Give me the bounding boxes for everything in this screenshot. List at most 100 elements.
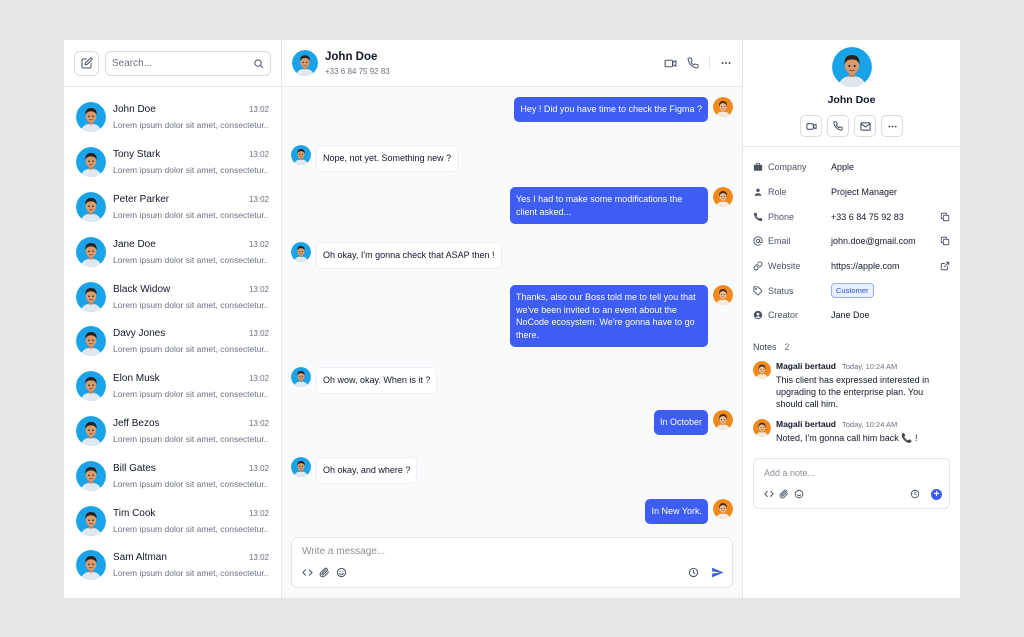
- composer-placeholder: Write a message...: [302, 546, 386, 557]
- contact-details-list: Company Apple Role Project Manager Phone +33 …: [743, 147, 960, 328]
- conversation-item[interactable]: Peter Parker 13:02 Lorem ipsum dolor sit a…: [64, 185, 281, 230]
- code-icon[interactable]: [764, 489, 774, 499]
- note-author: Magali bertaud: [776, 418, 836, 429]
- message-preview: Lorem ipsum dolor sit amet, consectetur.…: [113, 433, 269, 444]
- message-time: 13:02: [248, 239, 269, 249]
- message-preview: Lorem ipsum dolor sit amet, consectetur.…: [113, 209, 269, 220]
- conversation-item[interactable]: Black Widow 13:02 Lorem ipsum dolor sit am…: [64, 274, 281, 319]
- profile-call-button[interactable]: [827, 115, 849, 137]
- code-icon[interactable]: [302, 567, 313, 578]
- profile-more-button[interactable]: [881, 115, 903, 137]
- contact-name: Elon Musk: [113, 373, 160, 385]
- conversation-item[interactable]: Jane Doe 13:02 Lorem ipsum dolor sit amet,…: [64, 229, 281, 274]
- emoji-icon[interactable]: [794, 489, 804, 499]
- compose-button[interactable]: [74, 50, 99, 76]
- send-icon[interactable]: [711, 566, 724, 579]
- profile-email-button[interactable]: [854, 115, 876, 137]
- message-preview: Lorem ipsum dolor sit amet, consectetur.…: [113, 568, 269, 579]
- more-options-icon[interactable]: [720, 57, 732, 69]
- contact-avatar: [76, 416, 106, 446]
- message-preview: Lorem ipsum dolor sit amet, consectetur.…: [113, 254, 269, 265]
- conversation-item[interactable]: Bill Gates 13:02 Lorem ipsum dolor sit ame…: [64, 453, 281, 498]
- detail-value[interactable]: https://apple.com: [831, 261, 940, 271]
- attachment-icon[interactable]: [779, 489, 789, 499]
- contact-name: Tim Cook: [113, 507, 156, 519]
- conversation-item[interactable]: Tony Stark 13:02 Lorem ipsum dolor sit ame…: [64, 140, 281, 185]
- copy-icon[interactable]: [940, 236, 950, 246]
- detail-value[interactable]: +33 6 84 75 92 83: [831, 212, 940, 222]
- message-time: 13:02: [248, 105, 269, 115]
- note-item: Magali bertaud Today, 10:24 AM Noted, I'm …: [743, 418, 960, 444]
- message-time: 13:02: [248, 150, 269, 160]
- contact-avatar: [76, 147, 106, 177]
- sidebar-toolbar: Search...: [64, 40, 281, 87]
- contact-name: Black Widow: [113, 283, 171, 295]
- detail-row-status: Status Customer: [753, 278, 950, 303]
- note-time: Today, 10:24 AM: [841, 419, 898, 429]
- conversation-item[interactable]: Sam Altman 13:02 Lorem ipsum dolor sit ame…: [64, 543, 281, 588]
- contact-avatar: [76, 326, 106, 356]
- contact-avatar: [76, 461, 106, 491]
- profile-name: John Doe: [827, 94, 876, 106]
- add-note-input[interactable]: Add a note... +: [753, 457, 950, 509]
- video-call-icon[interactable]: [664, 57, 677, 70]
- sender-avatar: [713, 499, 733, 519]
- message-time: 13:02: [248, 194, 269, 204]
- message-preview: Lorem ipsum dolor sit amet, consectetur.…: [113, 478, 269, 489]
- conversation-item[interactable]: John Doe 13:02 Lorem ipsum dolor sit amet,…: [64, 95, 281, 140]
- contact-avatar: [76, 506, 106, 536]
- note-author-avatar: [753, 419, 771, 437]
- conversation-item[interactable]: Jeff Bezos 13:02 Lorem ipsum dolor sit ame…: [64, 409, 281, 454]
- conversation-item[interactable]: Elon Musk 13:02 Lorem ipsum dolor sit amet…: [64, 364, 281, 409]
- conversation-item[interactable]: Davy Jones 13:02 Lorem ipsum dolor sit ame…: [64, 319, 281, 364]
- message-composer[interactable]: Write a message...: [291, 537, 733, 588]
- message-time: 13:02: [248, 418, 269, 428]
- at-icon: [753, 236, 763, 246]
- conversation-item[interactable]: Tim Cook 13:02 Lorem ipsum dolor sit amet,…: [64, 498, 281, 543]
- profile-card: John Doe: [743, 40, 960, 147]
- contact-name: Tony Stark: [113, 149, 161, 161]
- detail-row-email: Email john.doe@gmail.com: [753, 229, 950, 254]
- status-badge: Customer: [831, 283, 874, 299]
- schedule-clock-icon[interactable]: [688, 567, 699, 578]
- incoming-message: Oh okay, and where ?: [291, 457, 418, 484]
- copy-icon[interactable]: [940, 212, 950, 222]
- profile-video-button[interactable]: [800, 115, 822, 137]
- detail-label: Email: [768, 236, 791, 247]
- contact-avatar[interactable]: [292, 50, 318, 76]
- add-note-plus-icon[interactable]: +: [931, 488, 942, 500]
- mail-icon: [859, 121, 871, 132]
- message-bubble: Oh wow, okay. When is it ?: [316, 367, 438, 394]
- more-options-icon: [887, 121, 898, 132]
- outgoing-message: Yes I had to make some modifications the…: [510, 187, 733, 224]
- detail-label: Company: [768, 162, 807, 173]
- tag-icon: [753, 286, 763, 296]
- contact-name: Bill Gates: [113, 462, 156, 474]
- outgoing-message: In New York.: [645, 499, 733, 524]
- message-preview: Lorem ipsum dolor sit amet, consectetur.…: [113, 523, 269, 534]
- message-preview: Lorem ipsum dolor sit amet, consectetur.…: [113, 344, 269, 355]
- note-author-avatar: [753, 361, 771, 379]
- notes-list: Magali bertaud Today, 10:24 AM This client…: [743, 352, 960, 444]
- contact-avatar: [76, 192, 106, 222]
- message-bubble: In New York.: [645, 499, 708, 524]
- message-time: 13:02: [248, 553, 269, 563]
- contact-avatar: [291, 367, 311, 387]
- link-icon: [753, 261, 763, 271]
- emoji-icon[interactable]: [336, 567, 347, 578]
- phone-call-icon[interactable]: [687, 57, 699, 69]
- notes-title: Notes: [753, 341, 777, 352]
- attachment-icon[interactable]: [319, 567, 330, 578]
- detail-label: Status: [768, 285, 794, 296]
- message-bubble: In October: [653, 410, 708, 435]
- chat-header: John Doe +33 6 84 75 92 83: [282, 40, 742, 87]
- profile-avatar: [832, 47, 872, 87]
- header-divider: [709, 56, 710, 70]
- contact-name: Sam Altman: [113, 552, 167, 564]
- external-link-icon[interactable]: [940, 261, 950, 271]
- contact-avatar: [76, 550, 106, 580]
- message-preview: Lorem ipsum dolor sit amet, consectetur.…: [113, 389, 269, 400]
- search-input[interactable]: Search...: [105, 50, 271, 76]
- schedule-clock-icon[interactable]: [910, 489, 920, 499]
- detail-value[interactable]: john.doe@gmail.com: [831, 236, 940, 246]
